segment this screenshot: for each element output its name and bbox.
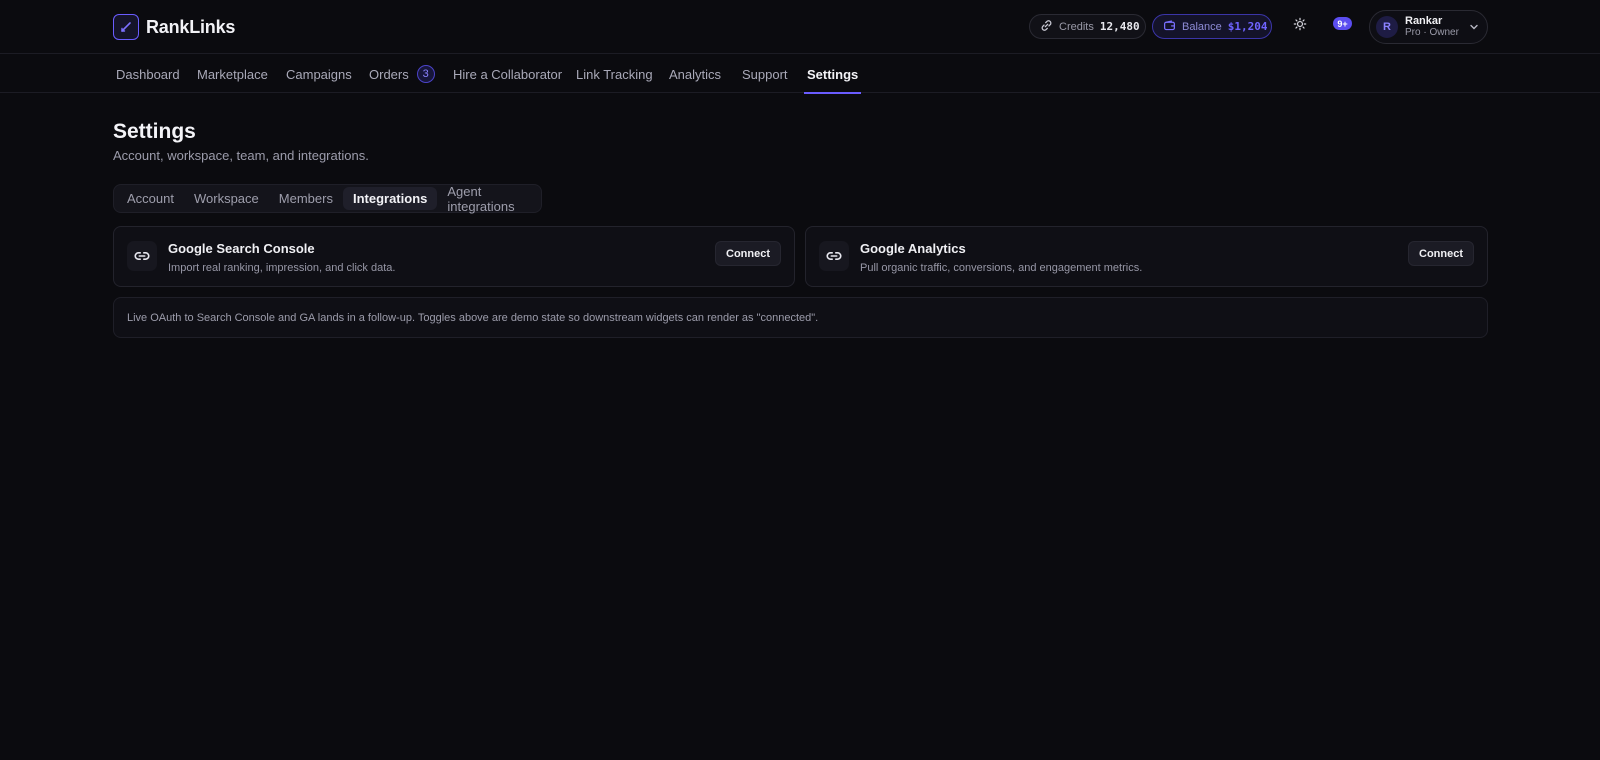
credits-label: Credits: [1059, 20, 1094, 33]
user-role: Pro · Owner: [1405, 27, 1459, 38]
nav-item-analytics[interactable]: Analytics: [666, 55, 724, 93]
page-subtitle: Account, workspace, team, and integratio…: [113, 148, 369, 163]
top-bar: RankLinks Credits 12,480 Balance $1,204: [0, 0, 1600, 54]
integration-description: Import real ranking, impression, and cli…: [168, 262, 396, 274]
nav-item-marketplace[interactable]: Marketplace: [194, 55, 271, 93]
orders-count-badge: 3: [416, 65, 435, 83]
integration-card-google-analytics: Google Analytics Pull organic traffic, c…: [805, 226, 1488, 287]
info-note: Live OAuth to Search Console and GA land…: [113, 297, 1488, 338]
nav-label: Marketplace: [197, 66, 268, 82]
avatar: R: [1376, 16, 1398, 38]
nav-label: Dashboard: [116, 66, 180, 82]
nav-label: Support: [742, 66, 788, 82]
nav-item-orders[interactable]: Orders 3: [366, 55, 438, 93]
connect-google-analytics-button[interactable]: Connect: [1408, 241, 1474, 266]
logo-icon: [113, 14, 139, 40]
nav-label: Orders: [369, 66, 409, 82]
link-icon: [127, 241, 157, 271]
nav-label: Analytics: [669, 66, 722, 82]
brand-name: RankLinks: [146, 16, 236, 37]
nav-label: Campaigns: [286, 66, 352, 82]
link-icon: [819, 241, 849, 271]
integration-title: Google Analytics: [860, 241, 966, 256]
tab-account[interactable]: Account: [117, 187, 184, 210]
balance-label: Balance: [1182, 20, 1222, 33]
nav-item-link-tracking[interactable]: Link Tracking: [573, 55, 656, 93]
main-nav: Dashboard Marketplace Campaigns Orders 3…: [0, 55, 1600, 94]
integration-title: Google Search Console: [168, 241, 315, 256]
nav-item-settings[interactable]: Settings: [804, 55, 862, 94]
credits-value: 12,480: [1099, 20, 1140, 33]
settings-tabs: Account Workspace Members Integrations A…: [113, 184, 542, 214]
sun-icon: [1293, 17, 1307, 36]
balance-value: $1,204: [1227, 20, 1268, 33]
nav-item-hire-collaborator[interactable]: Hire a Collaborator: [450, 55, 565, 93]
nav-item-dashboard[interactable]: Dashboard: [113, 55, 183, 93]
tab-workspace[interactable]: Workspace: [184, 187, 269, 210]
nav-item-campaigns[interactable]: Campaigns: [283, 55, 355, 93]
brand[interactable]: RankLinks: [113, 14, 235, 40]
integration-card-search-console: Google Search Console Import real rankin…: [113, 226, 795, 287]
tab-agent-integrations[interactable]: Agent integrations: [437, 184, 538, 214]
tab-members[interactable]: Members: [269, 187, 343, 210]
user-name: Rankar: [1405, 15, 1443, 27]
theme-toggle-button[interactable]: [1288, 14, 1312, 38]
nav-item-support[interactable]: Support: [739, 55, 791, 93]
nav-label: Hire a Collaborator: [453, 66, 563, 82]
notification-badge[interactable]: 9+: [1333, 17, 1352, 30]
tab-integrations[interactable]: Integrations: [342, 187, 438, 210]
balance-pill[interactable]: Balance $1,204: [1152, 14, 1272, 39]
chevron-down-icon: [1469, 22, 1479, 32]
user-menu[interactable]: R Rankar Pro · Owner: [1369, 10, 1488, 44]
nav-label: Link Tracking: [576, 66, 653, 82]
connect-search-console-button[interactable]: Connect: [715, 241, 781, 266]
integration-description: Pull organic traffic, conversions, and e…: [860, 262, 1143, 274]
wallet-icon: [1163, 19, 1176, 35]
link-icon: [1040, 19, 1053, 35]
page-title: Settings: [113, 120, 196, 143]
nav-label: Settings: [807, 66, 859, 82]
credits-pill[interactable]: Credits 12,480: [1029, 14, 1146, 39]
